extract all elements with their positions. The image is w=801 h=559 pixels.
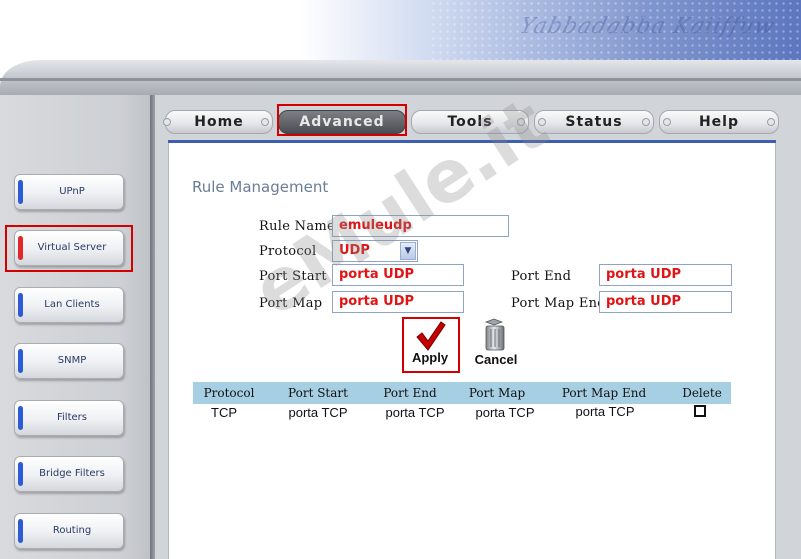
tab-knob-icon [642,118,650,126]
protocol-select[interactable]: UDP ▼ [332,240,418,262]
apply-label: Apply [411,350,449,365]
apply-button[interactable]: Apply [405,320,455,370]
sidebar-item-label: Routing [52,525,92,536]
sidebar-item-label: Virtual Server [37,242,107,253]
column-header-delete: Delete [682,386,722,400]
checkmark-icon [416,321,446,351]
sidebar-indicator-icon [18,293,23,317]
sidebar-item-lan-clients[interactable]: Lan Clients [14,287,124,323]
tab-help[interactable]: Help [659,110,779,134]
column-header-port-end: Port End [383,386,437,400]
tab-knob-icon [517,118,525,126]
sidebar-indicator-icon [18,406,23,430]
protocol-label: Protocol [259,244,317,259]
sidebar-item-label: Bridge Filters [39,468,105,479]
cell-port-map: porta TCP [475,405,535,420]
port-end-label: Port End [511,269,572,284]
sidebar-item-routing[interactable]: Routing [14,513,124,549]
sidebar-item-label: Lan Clients [44,299,100,310]
cell-port-end: porta TCP [385,405,445,420]
sidebar-item-bridge-filters[interactable]: Bridge Filters [14,456,124,492]
banner-script-text: Yabbadabba Kaiiffuw [516,14,778,39]
sidebar-item-snmp[interactable]: SNMP [14,343,124,379]
sidebar-indicator-icon [18,462,23,486]
tab-home[interactable]: Home [163,110,273,134]
cell-port-map-end: porta TCP [575,404,635,419]
protocol-selected-value: UDP [339,243,370,258]
column-header-port-map-end: Port Map End [561,386,647,400]
nav-bar: Home Advanced Tools Status Help [163,110,779,134]
trash-can-icon [484,318,505,351]
cell-port-start: porta TCP [288,405,348,420]
header-banner: Yabbadabba Kaiiffuw [0,0,801,95]
page-title: Rule Management [192,178,329,196]
port-map-end-label: Port Map End [511,296,606,311]
chevron-down-icon[interactable]: ▼ [400,242,416,260]
sidebar-item-virtual-server[interactable]: Virtual Server [14,230,124,266]
rules-table-header: Protocol Port Start Port End Port Map Po… [193,382,731,404]
rule-name-label: Rule Name [259,219,335,234]
sidebar-item-filters[interactable]: Filters [14,400,124,436]
tab-label: Status [565,114,623,130]
tab-tools[interactable]: Tools [411,110,529,134]
cell-protocol: TCP [211,405,237,420]
sidebar-item-upnp[interactable]: UPnP [14,174,124,210]
sidebar-indicator-icon [18,349,23,373]
tab-knob-icon [767,118,775,126]
port-end-input[interactable]: porta UDP [599,264,732,286]
port-start-label: Port Start [259,269,327,284]
column-header-protocol: Protocol [203,386,255,400]
port-map-label: Port Map [259,296,323,311]
column-header-port-map: Port Map [468,386,526,400]
delete-checkbox[interactable] [694,405,706,417]
sidebar-indicator-icon [18,236,23,260]
tab-label: Home [194,114,244,130]
panel-top-accent [168,140,776,143]
tab-advanced[interactable]: Advanced [278,110,406,134]
banner-band-line [0,78,801,81]
tab-knob-icon [261,118,269,126]
tab-label: Advanced [299,114,385,130]
cancel-button[interactable]: Cancel [468,318,524,372]
sidebar-item-label: UPnP [59,186,85,197]
port-map-end-input[interactable]: porta UDP [599,291,732,313]
tab-label: Help [698,114,740,130]
column-header-port-start: Port Start [288,386,348,400]
sidebar-item-label: Filters [57,412,87,423]
port-start-input[interactable]: porta UDP [332,264,464,286]
sidebar-indicator-icon [18,180,23,204]
rule-name-input[interactable]: emuleudp [332,215,509,237]
tab-label: Tools [447,114,493,130]
cancel-label: Cancel [474,352,518,367]
tab-status[interactable]: Status [534,110,654,134]
sidebar-item-label: SNMP [57,355,87,366]
sidebar-indicator-icon [18,519,23,543]
port-map-input[interactable]: porta UDP [332,291,464,313]
